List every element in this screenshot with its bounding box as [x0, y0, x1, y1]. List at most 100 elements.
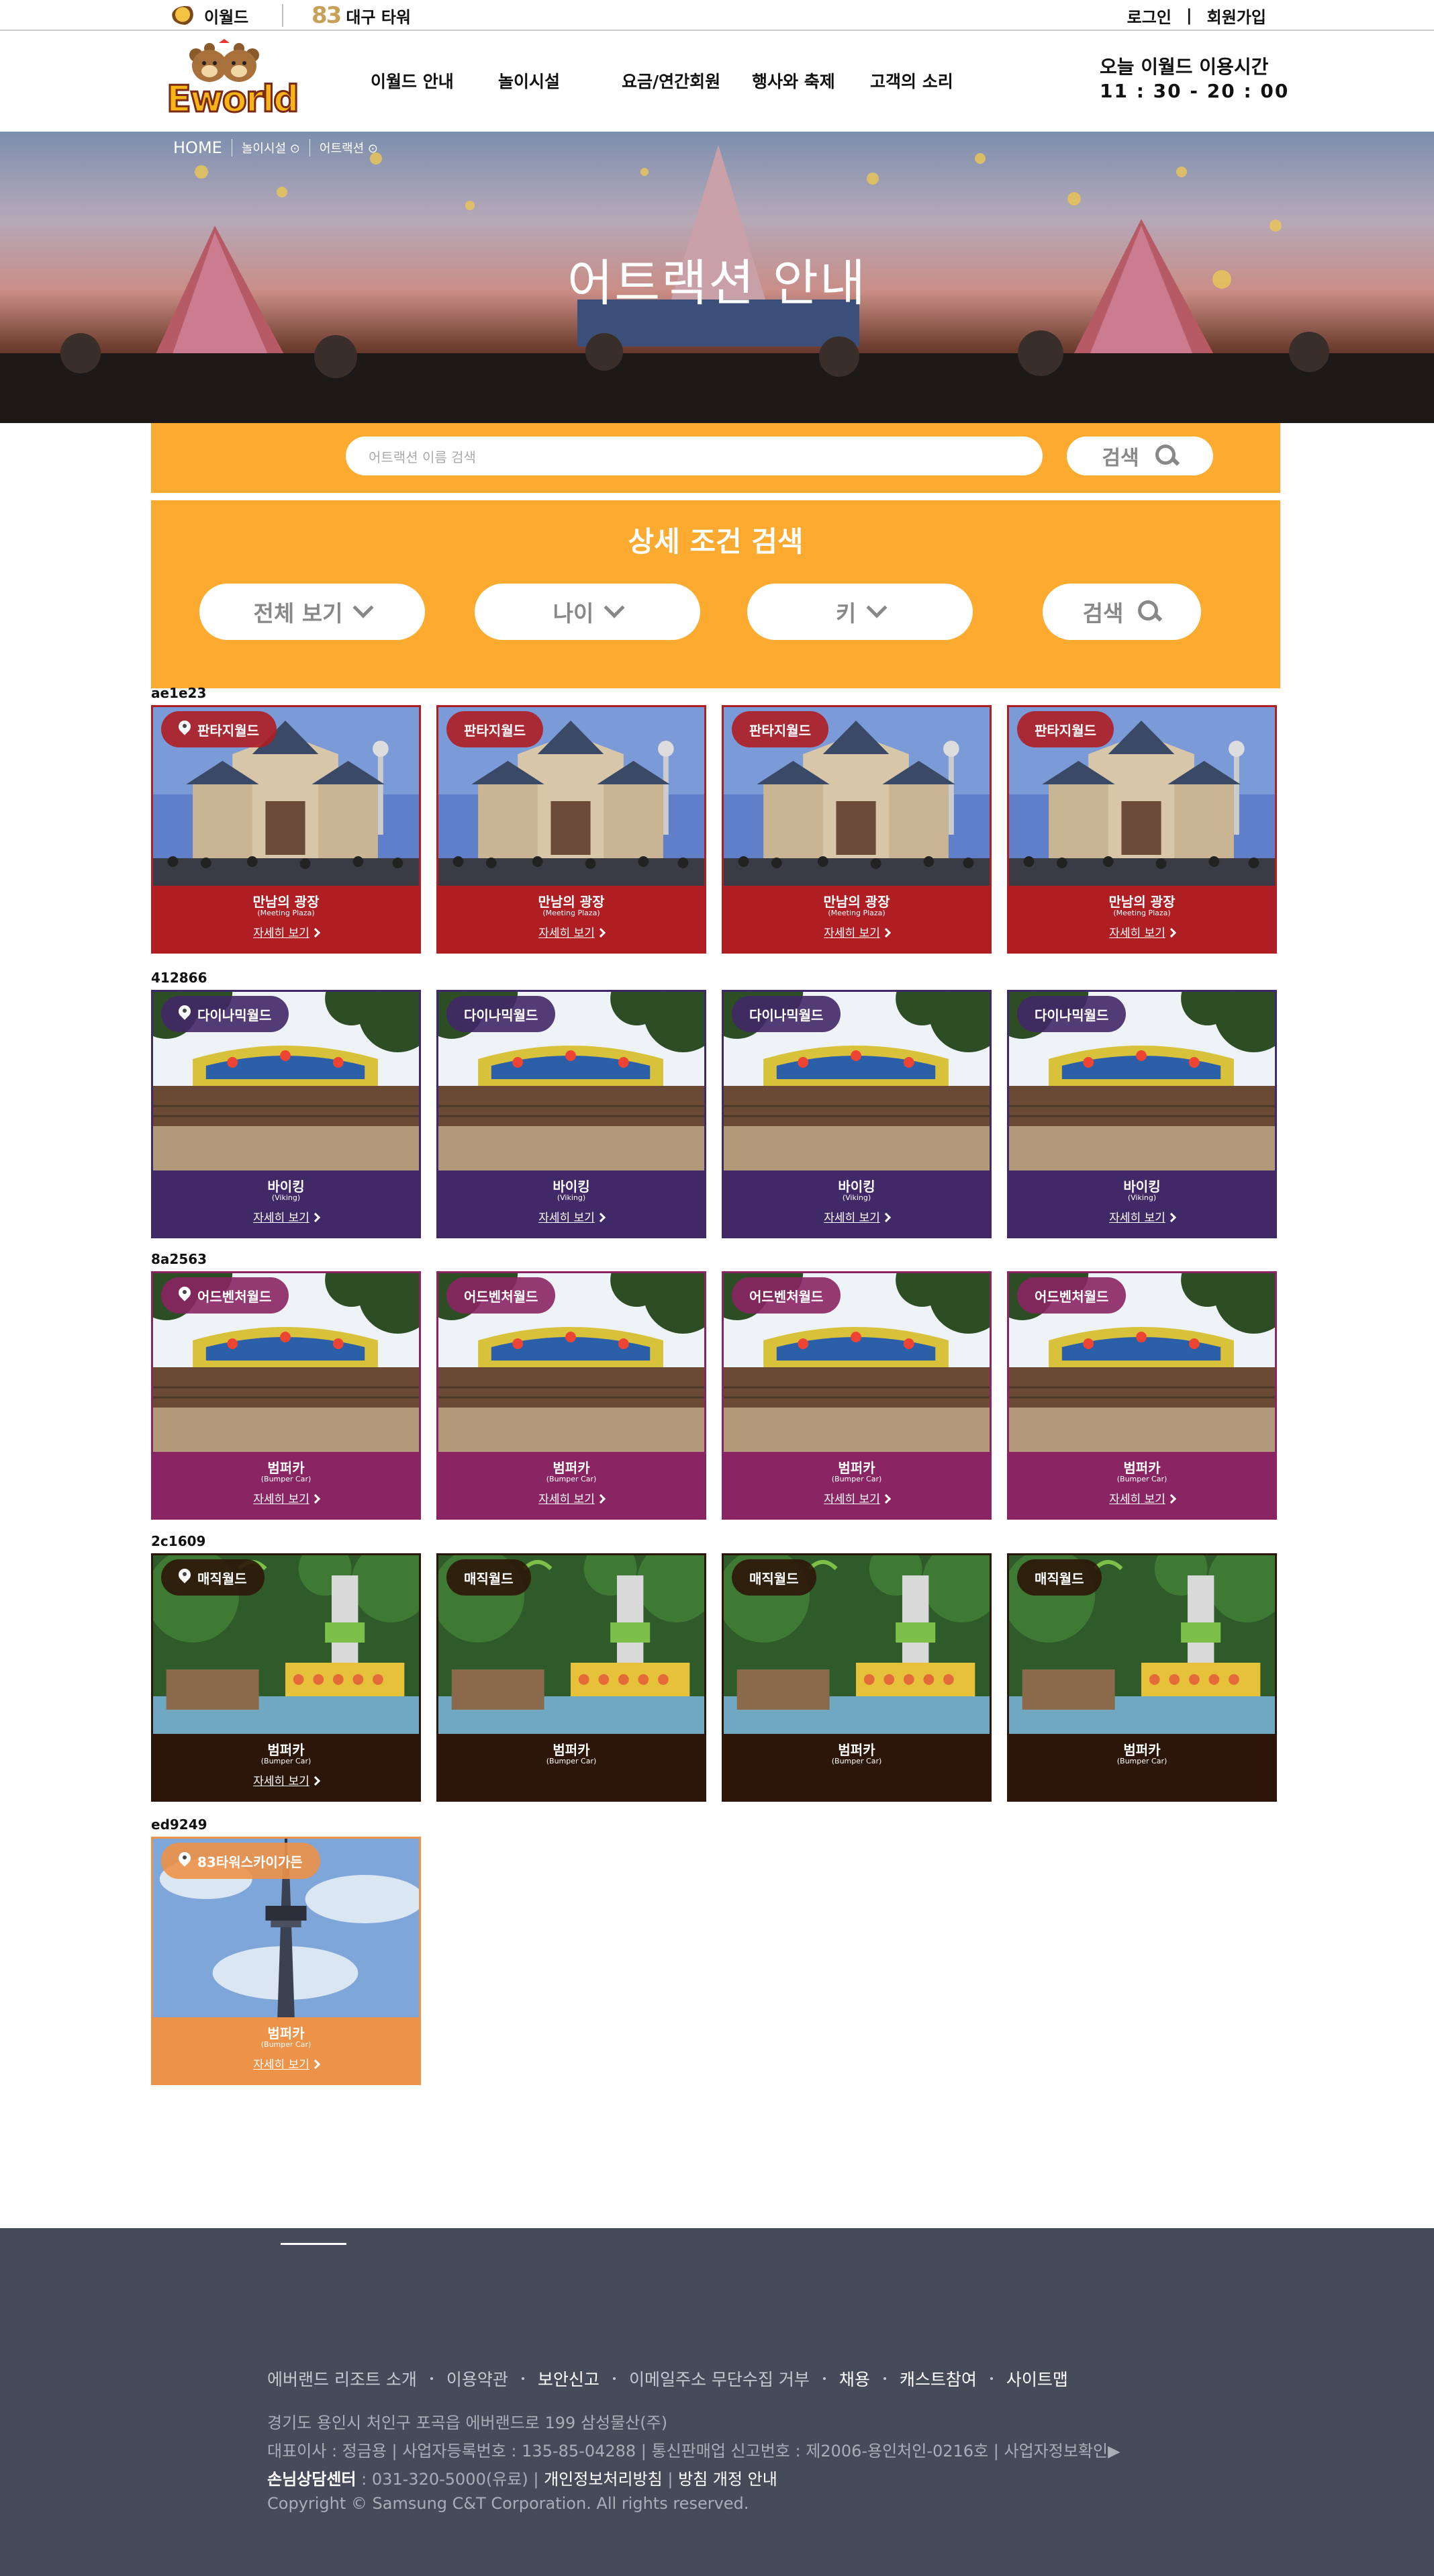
attraction-name: 만남의 광장: [1108, 894, 1176, 910]
nav-eworld-info[interactable]: 이월드 안내: [371, 68, 454, 93]
breadcrumb-attraction[interactable]: 어트랙션 ⊙: [320, 139, 378, 156]
footer-contact: 손님상담센터 : 031-320-5000(유료) | 개인정보처리방침 | 방…: [267, 2466, 777, 2489]
attraction-english-name: (Viking): [557, 1193, 586, 1202]
view-details-link[interactable]: 자세히 보기: [153, 1489, 419, 1506]
view-details-link[interactable]: 자세히 보기: [153, 923, 419, 940]
footer-link-security[interactable]: 보안신고: [538, 2366, 600, 2391]
detail-search-button-label: 검색: [1082, 600, 1124, 627]
attraction-name: 범퍼카: [267, 2025, 305, 2041]
attraction-english-name: (Viking): [271, 1193, 301, 1202]
attraction-name: 범퍼카: [267, 1742, 305, 1758]
attraction-info: 바이킹 (Viking) 자세히 보기: [438, 1170, 704, 1236]
breadcrumb-home[interactable]: HOME: [173, 138, 222, 157]
attraction-card[interactable]: 어드벤처월드 범퍼카 (Bumper Car) 자세히 보기: [1007, 1271, 1277, 1520]
attraction-card[interactable]: 다이나믹월드 바이킹 (Viking) 자세히 보기: [1007, 990, 1277, 1238]
attraction-card[interactable]: 다이나믹월드 바이킹 (Viking) 자세히 보기: [436, 990, 706, 1238]
view-details-link[interactable]: 자세히 보기: [724, 1489, 990, 1506]
footer-link-sitemap[interactable]: 사이트맵: [1006, 2366, 1068, 2391]
policy-notice-link[interactable]: 방침 개정 안내: [678, 2470, 777, 2489]
attraction-card[interactable]: 다이나믹월드 바이킹 (Viking) 자세히 보기: [151, 990, 421, 1238]
footer-link-careers[interactable]: 채용: [839, 2366, 870, 2391]
attraction-card[interactable]: 어드벤처월드 범퍼카 (Bumper Car) 자세히 보기: [436, 1271, 706, 1520]
attraction-info: 바이킹 (Viking) 자세히 보기: [724, 1170, 990, 1236]
zone-badge: 판타지월드: [732, 711, 828, 747]
eworld-link-label: 이월드: [204, 7, 249, 27]
attraction-card[interactable]: 판타지월드 만남의 광장 (Meeting Plaza) 자세히 보기: [151, 705, 421, 954]
search-button-label: 검색: [1102, 447, 1139, 470]
hero-banner: HOME 놀이시설 ⊙ 어트랙션 ⊙ 어트랙션 안내: [0, 132, 1434, 423]
zone-badge-label: 83타워스카이가든: [197, 1853, 303, 1870]
attraction-card[interactable]: 어드벤처월드범퍼카 (Bumper Car) 자세히 보기: [722, 1271, 992, 1520]
detail-search-button[interactable]: 검색: [1043, 584, 1201, 640]
attraction-card[interactable]: 어드벤처월드 범퍼카 (Bumper Car) 자세히 보기: [151, 1271, 421, 1520]
view-details-link[interactable]: 자세히 보기: [153, 1772, 419, 1788]
chevron-right-icon: [595, 1493, 606, 1504]
zone-badge: 83타워스카이가든: [161, 1843, 320, 1879]
eworld-logo-icon: [172, 6, 199, 25]
filter-age-label: 나이: [553, 600, 594, 627]
nav-events[interactable]: 행사와 축제: [752, 68, 835, 93]
attraction-info: 범퍼카 (Bumper Car): [1009, 1734, 1275, 1800]
breadcrumb: HOME 놀이시설 ⊙ 어트랙션 ⊙: [173, 138, 378, 157]
search-button[interactable]: 검색: [1067, 436, 1213, 475]
chevron-right-icon: [310, 2059, 320, 2070]
view-details-link[interactable]: 자세히 보기: [724, 1208, 990, 1225]
breadcrumb-rides[interactable]: 놀이시설 ⊙: [242, 139, 300, 156]
view-details-link[interactable]: 자세히 보기: [724, 923, 990, 940]
signup-link[interactable]: 회원가입: [1207, 4, 1266, 28]
attraction-english-name: (Bumper Car): [260, 1475, 312, 1483]
filter-height-dropdown[interactable]: 키: [747, 584, 973, 640]
view-details-label: 자세히 보기: [824, 927, 880, 940]
view-details-link[interactable]: 자세히 보기: [153, 2055, 419, 2072]
footer-link-email-policy[interactable]: 이메일주소 무단수집 거부: [629, 2366, 810, 2391]
eworld-link[interactable]: 이월드: [172, 3, 248, 28]
attraction-card[interactable]: 판타지월드 만남의 광장 (Meeting Plaza) 자세히 보기: [1007, 705, 1277, 954]
footer-link-terms[interactable]: 이용약관: [446, 2366, 508, 2391]
attraction-english-name: (Viking): [1127, 1193, 1157, 1202]
privacy-policy-link[interactable]: 개인정보처리방침: [544, 2470, 663, 2489]
view-details-link[interactable]: 자세히 보기: [153, 1208, 419, 1225]
attraction-card[interactable]: 매직월드 범퍼카 (Bumper Car) 자세히 보기: [151, 1553, 421, 1802]
view-details-link[interactable]: 자세히 보기: [1009, 1489, 1275, 1506]
attraction-card[interactable]: 판타지월드 만남의 광장 (Meeting Plaza) 자세히 보기: [722, 705, 992, 954]
footer-link-cast[interactable]: 캐스트참여: [900, 2366, 977, 2391]
view-details-link[interactable]: 자세히 보기: [1009, 923, 1275, 940]
view-details-link[interactable]: 자세히 보기: [438, 1208, 704, 1225]
view-details-label: 자세히 보기: [1109, 1493, 1165, 1506]
attraction-info: 범퍼카 (Bumper Car) 자세히 보기: [724, 1452, 990, 1518]
search-icon: [1138, 600, 1161, 623]
attraction-card[interactable]: 매직월드 범퍼카 (Bumper Car): [1007, 1553, 1277, 1802]
attraction-search-input[interactable]: 어트랙션 이름 검색: [346, 436, 1043, 475]
location-pin-icon: [179, 1569, 191, 1586]
view-details-link[interactable]: 자세히 보기: [438, 1489, 704, 1506]
nav-rides[interactable]: 놀이시설: [498, 68, 560, 93]
nav-pricing[interactable]: 요금/연간회원: [622, 68, 720, 93]
attraction-card[interactable]: 판타지월드 만남의 광장 (Meeting Plaza) 자세히 보기: [436, 705, 706, 954]
attraction-card[interactable]: 매직월드 범퍼카 (Bumper Car): [436, 1553, 706, 1802]
zone-badge-label: 판타지월드: [464, 722, 526, 739]
view-details-link[interactable]: 자세히 보기: [438, 923, 704, 940]
filter-age-dropdown[interactable]: 나이: [475, 584, 700, 640]
footer-link-about[interactable]: 에버랜드 리조트 소개: [267, 2366, 417, 2391]
zone-badge: 어드벤처월드: [732, 1277, 841, 1314]
hours-label: 오늘 이월드 이용시간: [1100, 56, 1269, 78]
view-details-label: 자세히 보기: [253, 1775, 309, 1788]
customer-center-number: : 031-320-5000(유료) |: [356, 2470, 544, 2489]
eworld-logo[interactable]: Eworld: [164, 36, 300, 122]
tower-link[interactable]: 83 대구 타워: [312, 2, 411, 29]
attraction-card[interactable]: 다이나믹월드 바이킹 (Viking) 자세히 보기: [722, 990, 992, 1238]
footer-address: 경기도 용인시 처인구 포곡읍 에버랜드로 199 삼성물산(주): [267, 2413, 668, 2432]
group-label: ae1e23: [151, 685, 207, 701]
nav-customer-voice[interactable]: 고객의 소리: [870, 68, 953, 93]
attraction-info: 범퍼카 (Bumper Car): [438, 1734, 704, 1800]
view-details-link[interactable]: 자세히 보기: [1009, 1208, 1275, 1225]
login-link[interactable]: 로그인: [1127, 4, 1172, 28]
attraction-card[interactable]: 매직월드 범퍼카 (Bumper Car): [722, 1553, 992, 1802]
attraction-english-name: (Viking): [842, 1193, 871, 1202]
footer-separator: |: [662, 2470, 679, 2489]
attraction-english-name: (Meeting Plaza): [542, 909, 600, 917]
filter-all-dropdown[interactable]: 전체 보기: [199, 584, 425, 640]
attraction-card[interactable]: 83타워스카이가든 범퍼카 (Bumper Car) 자세히 보기: [151, 1837, 421, 2085]
zone-badge-label: 판타지월드: [1035, 722, 1096, 739]
zone-badge: 다이나믹월드: [1017, 996, 1127, 1032]
